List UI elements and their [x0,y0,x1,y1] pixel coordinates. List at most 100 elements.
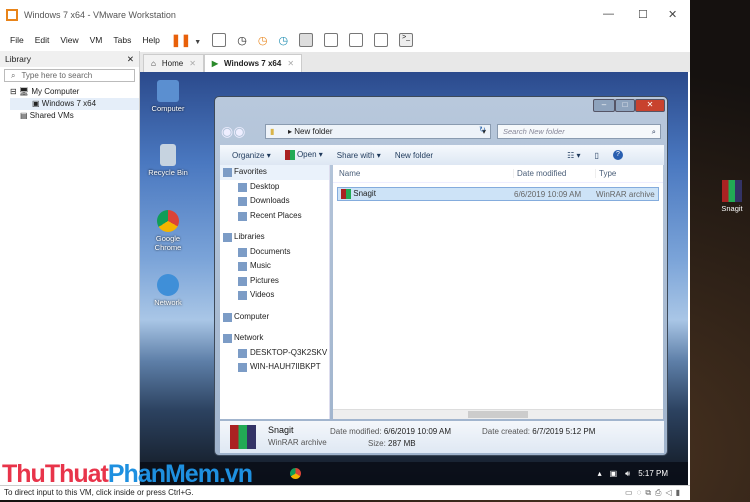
maximize-button[interactable]: □ [615,99,635,112]
nav-item-pictures[interactable]: Pictures [220,274,329,289]
file-row-snagit[interactable]: Snagit 6/6/2019 10:09 AM WinRAR archive [337,187,659,201]
preview-pane-icon[interactable]: ▯ [595,151,599,160]
nav-item-desktop[interactable]: Desktop [220,180,329,195]
thumbnail-bar-icon[interactable] [324,33,339,47]
vmware-window: Windows 7 x64 - VMware Workstation — ☐ ✕… [0,0,690,500]
tree-label: Shared VMs [29,111,74,120]
menu-help[interactable]: Help [142,35,159,45]
nav-item-network[interactable]: Network [220,331,329,346]
snapshot-icon[interactable]: ◷ [237,34,247,47]
column-name[interactable]: Name [333,169,513,178]
watermark: ThuThuatPhanMem.vn [2,460,253,488]
close-library-icon[interactable]: ✕ [127,54,134,65]
window-title: Windows 7 x64 - VMware Workstation [24,10,176,20]
clock[interactable]: 5:17 PM [638,469,668,478]
pause-icon[interactable]: ❚❚ ▼ [171,33,201,47]
vm-display[interactable]: Computer Recycle Bin Google Chrome Netwo… [140,72,688,485]
tree-shared-vms[interactable]: ▤ Shared VMs [10,110,139,122]
search-icon: ⌕ [11,70,16,80]
horizontal-scrollbar[interactable] [333,409,663,419]
nav-item-icon [238,363,247,372]
help-icon[interactable]: ? [612,150,623,160]
nav-item-icon [223,233,232,242]
icon-label: Computer [151,104,185,113]
library-search-input[interactable]: ⌕ Type here to search [4,69,135,82]
nav-item-libraries[interactable]: Libraries [220,230,329,245]
details-type: WinRAR archive [268,438,327,447]
status-text: To direct input to this VM, click inside… [4,488,194,497]
send-ctrl-alt-del-icon[interactable] [212,33,227,47]
column-date-modified[interactable]: Date modified [513,169,595,178]
maximize-button[interactable]: ☐ [638,8,648,21]
nav-label: Libraries [234,232,265,241]
host-desktop-icon-snagit[interactable]: Snagit [716,180,748,213]
desktop-icon-computer[interactable]: Computer [148,80,188,113]
menu-vm[interactable]: VM [90,35,103,45]
nav-item-icon [223,312,232,322]
unity-icon[interactable] [374,33,389,47]
nav-item-downloads[interactable]: Downloads [220,194,329,209]
chrome-icon [157,210,179,232]
label: Date created: [482,427,531,436]
back-forward-buttons[interactable]: ◉◉ [221,123,245,140]
snapshot-manager-icon[interactable]: ◷ [278,34,288,47]
desktop-icon-recycle-bin[interactable]: Recycle Bin [148,144,188,177]
search-input[interactable]: Search New folder ⌕ [497,124,661,139]
menu-edit[interactable]: Edit [35,35,50,45]
file-type: WinRAR archive [596,189,655,199]
menu-view[interactable]: View [60,35,78,45]
tab-home[interactable]: ⌂ Home ✕ [143,54,204,72]
desktop-icon-network[interactable]: Network [148,274,188,307]
search-icon: ⌕ [651,127,656,136]
nav-item-music[interactable]: Music [220,259,329,274]
desktop-icon-chrome[interactable]: Google Chrome [148,210,188,252]
close-button[interactable]: ✕ [635,99,665,112]
nav-item-favorites[interactable]: Favorites [220,165,329,180]
share-with-button[interactable]: Share with ▾ [337,151,381,160]
volume-icon[interactable]: 🔊︎ [625,469,630,479]
nav-item-desktop-q3k2skv[interactable]: DESKTOP-Q3K2SKV [220,346,329,361]
library-title: Library [5,54,31,64]
nav-item-documents[interactable]: Documents [220,245,329,260]
revert-snapshot-icon[interactable]: ◷ [258,34,268,47]
tree-windows7[interactable]: ▣ Windows 7 x64 [10,98,139,110]
close-tab-icon[interactable]: ✕ [189,59,196,68]
close-tab-icon[interactable]: ✕ [287,59,294,68]
full-screen-icon[interactable] [349,33,364,47]
nav-item-win-hauh7iibkpt[interactable]: WIN-HAUH7IIBKPT [220,360,329,375]
tree-my-computer[interactable]: ⊟ 🖥 My Computer [10,86,139,98]
nav-item-computer[interactable]: Computer [220,310,329,325]
tab-windows7[interactable]: ▶ Windows 7 x64 ✕ [203,54,303,72]
menu-file[interactable]: File [10,35,24,45]
new-folder-button[interactable]: New folder [395,151,433,160]
show-library-icon[interactable] [299,33,314,47]
tree-label: Windows 7 x64 [41,99,97,108]
library-pane: Library ✕ ⌕ Type here to search ⊟ 🖥 My Com… [0,51,140,484]
view-options-icon[interactable]: ☷ ▾ [567,151,580,160]
nav-item-icon [238,291,247,300]
menu-bar: File Edit View VM Tabs Help ❚❚ ▼ ◷ ◷ ◷ >… [0,30,690,50]
folder-icon: ▮ [270,127,275,136]
icon-label: Network [154,298,182,307]
console-view-icon[interactable]: >_ [399,33,414,47]
open-button[interactable]: Open ▾ [284,150,323,160]
nav-item-recent-places[interactable]: Recent Places [220,209,329,224]
minimize-button[interactable]: — [603,8,614,20]
address-bar[interactable]: ▮ ▸ New folder ▾ [265,124,491,139]
winrar-icon [341,189,351,199]
network-tray-icon[interactable]: ▣ [610,469,618,478]
icon-label: Snagit [721,204,743,213]
close-button[interactable]: ✕ [668,8,677,21]
nav-item-videos[interactable]: Videos [220,288,329,303]
nav-item-icon [223,334,232,343]
nav-label: Favorites [234,167,267,176]
column-type[interactable]: Type [595,169,616,178]
chrome-taskbar-icon[interactable] [290,468,301,479]
device-icons[interactable]: ▭◌⧉⎙◁▮ [625,486,684,500]
show-hidden-icons[interactable]: ▴ [598,469,602,478]
refresh-icon[interactable]: ↻ [479,125,486,134]
minimize-button[interactable]: – [593,99,615,112]
organize-button[interactable]: Organize ▾ [232,151,271,160]
menu-tabs[interactable]: Tabs [113,35,131,45]
